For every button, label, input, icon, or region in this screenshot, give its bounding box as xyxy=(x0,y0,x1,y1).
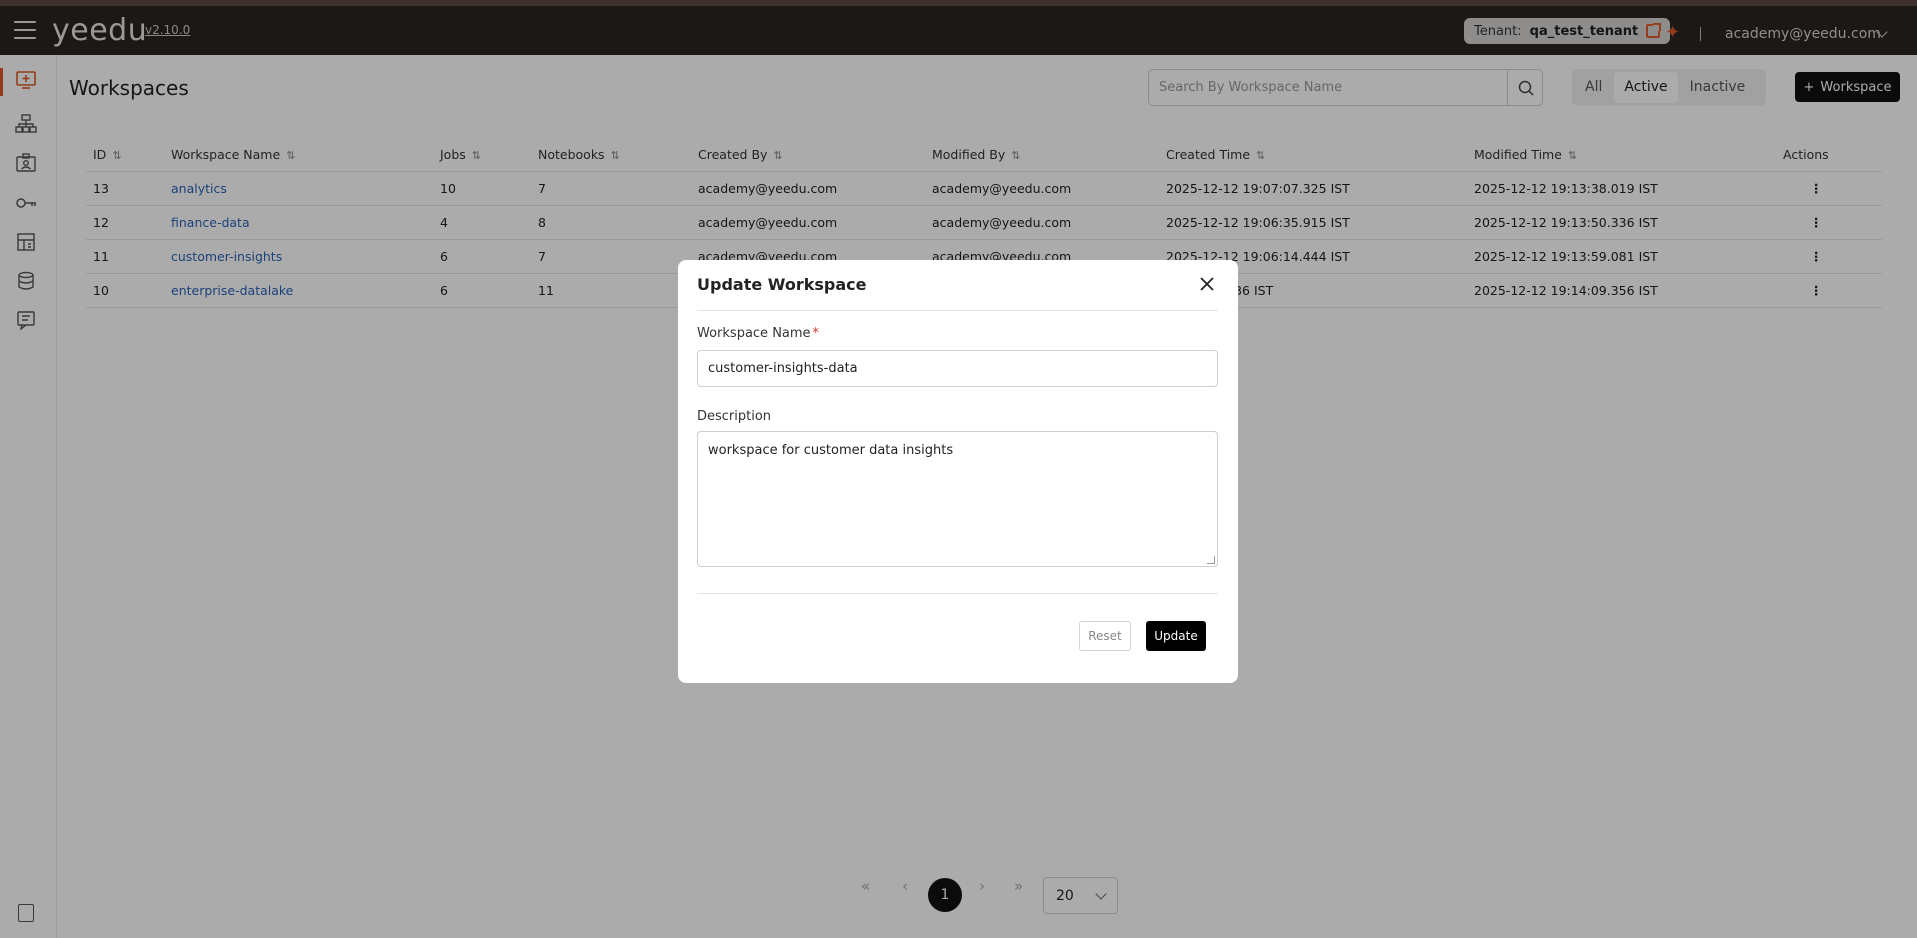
reset-button[interactable]: Reset xyxy=(1079,621,1131,651)
description-text: workspace for customer data insights xyxy=(708,443,954,458)
dialog-footer-divider xyxy=(697,593,1218,594)
workspace-name-label: Workspace Name * xyxy=(697,326,820,341)
required-marker: * xyxy=(812,326,820,341)
update-button[interactable]: Update xyxy=(1146,621,1206,651)
dialog-divider xyxy=(697,310,1218,311)
description-textarea[interactable]: workspace for customer data insights xyxy=(697,431,1218,567)
workspace-name-input[interactable]: customer-insights-data xyxy=(697,350,1218,387)
dialog-title: Update Workspace xyxy=(697,275,867,294)
update-workspace-dialog: Update Workspace Workspace Name * custome… xyxy=(678,260,1238,683)
description-label: Description xyxy=(697,409,772,424)
resize-handle[interactable] xyxy=(1207,556,1215,564)
close-icon[interactable] xyxy=(1198,275,1216,293)
